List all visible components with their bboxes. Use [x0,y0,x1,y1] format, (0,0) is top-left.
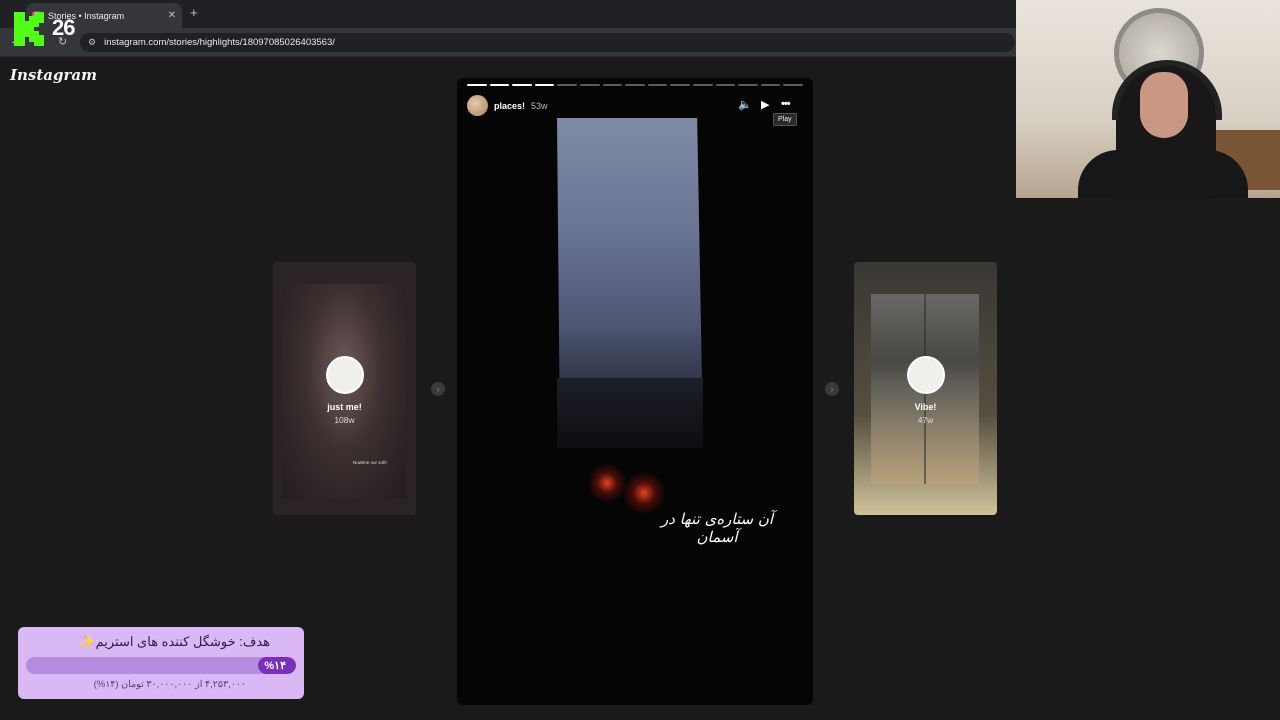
next-highlight-name: Vibe! [914,402,937,412]
prev-highlight-time: 108w [334,415,355,425]
story-progress-segment [557,84,577,86]
donation-goal-widget: هدف: خوشگل کننده های استریم✨ %۱۴ ۴,۲۵۳,۰… [18,627,304,699]
story-username[interactable]: places! [494,101,525,111]
story-progress-segment [579,84,600,86]
goal-subtitle: ۴,۲۵۳,۰۰۰ از ۳۰,۰۰۰,۰۰۰ تومان (۱۴%) [93,679,246,690]
url-text: instagram.com/stories/highlights/1809708… [104,37,335,48]
story-avatar[interactable] [467,95,488,116]
kick-logo-icon [14,12,44,46]
story-progress-bar [467,84,803,86]
story-progress-segment [647,84,668,86]
webcam-overlay [1016,0,1280,198]
story-viewer[interactable]: places! 53w 🔈 ▶ ••• Play آن ستاره‌ی تنها… [457,78,813,705]
story-header: places! 53w [467,95,548,116]
play-icon[interactable]: ▶ [761,98,769,111]
browser-tab[interactable]: Stories • Instagram ✕ [26,3,182,28]
story-caption: آن ستاره‌ی تنها در آسمان [660,510,774,546]
story-progress-segment [602,84,623,86]
goal-title: هدف: خوشگل کننده های استریم✨ [79,634,270,649]
next-highlight-avatar [906,356,945,394]
instagram-logo[interactable]: Instagram [10,66,97,84]
candle-light [587,463,627,503]
story-progress-segment [783,84,803,86]
url-field[interactable]: ⚙ instagram.com/stories/highlights/18097… [80,33,1015,52]
story-time: 53w [531,100,548,111]
site-settings-icon[interactable]: ⚙ [88,37,96,48]
more-options-icon[interactable]: ••• [781,98,791,110]
story-progress-segment [512,84,532,86]
story-progress-segment [534,84,555,86]
mute-icon[interactable]: 🔈 [738,98,752,111]
prev-story-chevron-icon[interactable]: ‹ [431,382,445,396]
prev-highlight-card[interactable]: just me! 108w Nowlme our soft! [273,262,416,515]
new-tab-icon[interactable]: + [190,5,198,20]
next-highlight-card[interactable]: Vibe! 47w [854,262,997,515]
play-tooltip: Play [773,113,797,126]
story-progress-segment [670,84,690,86]
story-progress-segment [692,84,713,86]
prev-highlight-name: just me! [327,402,362,412]
viewer-count: 26 [52,15,76,40]
next-story-chevron-icon[interactable]: › [825,382,839,396]
story-progress-segment [760,84,781,86]
story-progress-segment [467,84,487,86]
screen: Stories • Instagram ✕ + ← ↻ ⚙ instagram.… [0,0,1280,720]
story-progress-segment [715,84,736,86]
candle-light [622,471,666,515]
prev-highlight-note: Nowlme our soft! [353,460,387,465]
close-tab-icon[interactable]: ✕ [168,10,176,21]
next-highlight-time: 47w [917,415,934,425]
story-progress-segment [489,84,510,86]
story-progress-segment [738,84,758,86]
story-photo-hills [557,378,703,448]
prev-highlight-avatar [325,356,364,394]
goal-progress-bar: %۱۴ [26,657,296,674]
goal-percent: %۱۴ [264,660,286,672]
story-progress-segment [625,84,645,86]
